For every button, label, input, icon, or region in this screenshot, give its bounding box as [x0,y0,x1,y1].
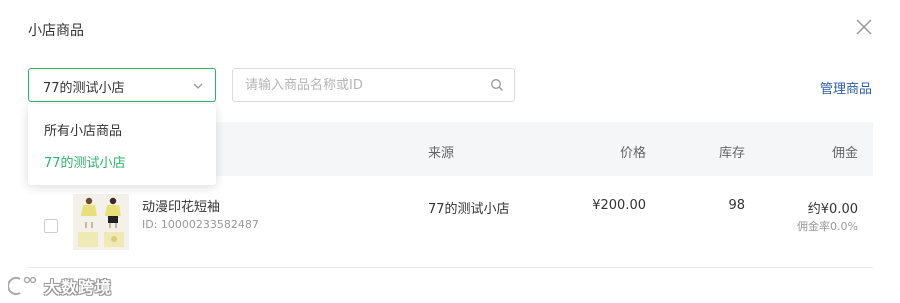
table-row: 动漫印花短袖 ID: 10000233582487 77的测试小店 ¥200.0… [28,176,873,268]
dropdown-option-test-shop[interactable]: 77的测试小店 [44,152,126,171]
product-stock: 98 [728,198,745,213]
header-price: 价格 [619,146,646,161]
product-price: ¥200.00 [592,198,646,213]
row-checkbox[interactable] [44,219,58,233]
manage-products-link[interactable]: 管理商品 [820,78,872,97]
shop-select-value: 77的测试小店 [43,81,125,96]
product-commission: 约¥0.00 [807,202,858,217]
header-commission: 佣金 [831,146,858,161]
product-commission-rate: 佣金率0.0% [797,220,858,233]
watermark-logo-icon [8,276,37,295]
dropdown-option-all-shops[interactable]: 所有小店商品 [44,120,122,139]
close-icon[interactable] [852,15,876,39]
search-box [232,68,515,102]
header-stock: 库存 [718,146,745,161]
product-thumbnail [73,194,129,250]
dialog-title: 小店商品 [28,23,84,39]
chevron-down-icon [193,83,203,89]
search-input[interactable] [245,75,480,95]
shop-select[interactable]: 77的测试小店 [28,68,216,102]
product-name: 动漫印花短袖 [142,200,221,215]
watermark: 大数跨境 [8,274,112,298]
shop-dropdown-menu: 所有小店商品 77的测试小店 [28,104,216,185]
header-source: 来源 [428,146,455,161]
watermark-text: 大数跨境 [44,278,113,297]
product-id: ID: 10000233582487 [142,218,259,231]
product-source: 77的测试小店 [428,202,510,217]
search-icon[interactable] [490,78,504,92]
